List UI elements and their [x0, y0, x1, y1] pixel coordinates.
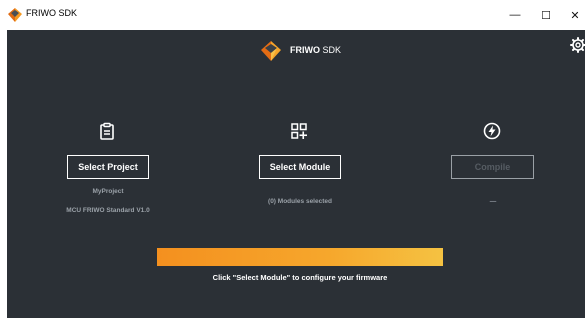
close-button[interactable]: ✕: [560, 0, 585, 30]
modules-selected-count: (0) Modules selected: [268, 198, 332, 205]
brand-bold: FRIWO: [290, 45, 320, 55]
add-module-icon: [291, 123, 307, 139]
app-client-area: FRIWO SDK Select Project MyProject MCU F…: [7, 30, 585, 318]
hint-text: Click "Select Module" to configure your …: [212, 273, 388, 282]
gear-icon[interactable]: [570, 37, 585, 53]
compile-status: —: [489, 198, 497, 205]
app-brand: FRIWO SDK: [290, 45, 341, 55]
window-titlebar: FRIWO SDK — ☐ ✕: [0, 0, 585, 30]
friwo-app-icon: [8, 8, 22, 22]
friwo-logo-icon: [261, 41, 281, 61]
window-title: FRIWO SDK: [26, 8, 77, 18]
compile-button[interactable]: Compile: [451, 155, 534, 179]
project-mcu: MCU FRIWO Standard V1.0: [66, 207, 150, 214]
window-bottom-edge: [0, 318, 585, 325]
lightning-circle-icon: [483, 122, 501, 140]
select-module-button[interactable]: Select Module: [259, 155, 341, 179]
progress-bar: [157, 248, 443, 266]
brand-rest: SDK: [320, 45, 342, 55]
select-project-button[interactable]: Select Project: [67, 155, 149, 179]
minimize-button[interactable]: —: [500, 0, 530, 30]
maximize-button[interactable]: ☐: [531, 0, 561, 30]
clipboard-icon: [100, 122, 114, 140]
project-name: MyProject: [92, 188, 124, 195]
